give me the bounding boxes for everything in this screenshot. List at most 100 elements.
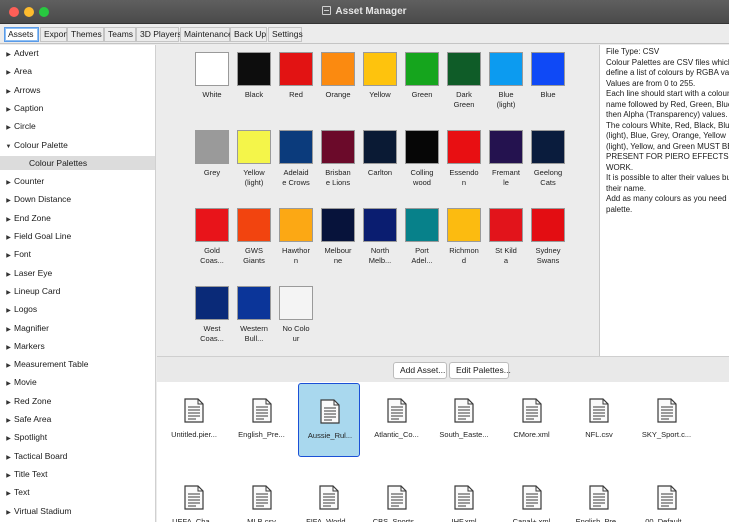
file-item[interactable]: Aussie_Rul... xyxy=(298,383,360,457)
file-item[interactable]: 00_Default... xyxy=(636,470,698,522)
tab-assets[interactable]: Assets xyxy=(4,27,39,42)
sidebar-item-movie[interactable]: ▶ Movie xyxy=(0,375,155,389)
collapsed-triangle-icon[interactable]: ▶ xyxy=(4,286,13,300)
swatch-sydney-swans[interactable] xyxy=(531,208,565,242)
sidebar-item-circle[interactable]: ▶ Circle xyxy=(0,119,155,133)
expanded-triangle-icon[interactable]: ▼ xyxy=(4,140,13,154)
sidebar-item-virtual-stadium[interactable]: ▶ Virtual Stadium xyxy=(0,504,155,518)
swatch-gold-coas[interactable] xyxy=(195,208,229,242)
tab-settings[interactable]: Settings xyxy=(268,27,303,42)
collapsed-triangle-icon[interactable]: ▶ xyxy=(4,487,13,501)
swatch-adelaid-e-crows[interactable] xyxy=(279,130,313,164)
swatch-st-kild-a[interactable] xyxy=(489,208,523,242)
sidebar-item-laser-eye[interactable]: ▶ Laser Eye xyxy=(0,266,155,280)
sidebar-item-markers[interactable]: ▶ Markers xyxy=(0,339,155,353)
collapsed-triangle-icon[interactable]: ▶ xyxy=(4,249,13,263)
sidebar-item-arrows[interactable]: ▶ Arrows xyxy=(0,83,155,97)
sidebar-item-colour-palette[interactable]: ▼ Colour Palette xyxy=(0,138,155,152)
sidebar-item-logos[interactable]: ▶ Logos xyxy=(0,302,155,316)
tab-themes[interactable]: Themes xyxy=(67,27,104,42)
collapsed-triangle-icon[interactable]: ▶ xyxy=(4,359,13,373)
swatch-dark-green[interactable] xyxy=(447,52,481,86)
swatch-colling-wood[interactable] xyxy=(405,130,439,164)
collapsed-triangle-icon[interactable]: ▶ xyxy=(4,469,13,483)
swatch-essendo-n[interactable] xyxy=(447,130,481,164)
sidebar-item-safe-area[interactable]: ▶ Safe Area xyxy=(0,412,155,426)
file-item[interactable]: South_Easte... xyxy=(433,383,495,457)
swatch-north-melb[interactable] xyxy=(363,208,397,242)
file-item[interactable]: MLB.csv xyxy=(231,470,293,522)
tab-teams[interactable]: Teams xyxy=(104,27,136,42)
collapsed-triangle-icon[interactable]: ▶ xyxy=(4,213,13,227)
sidebar-item-font[interactable]: ▶ Font xyxy=(0,247,155,261)
collapsed-triangle-icon[interactable]: ▶ xyxy=(4,341,13,355)
file-item[interactable]: CMore.xml xyxy=(501,383,563,457)
tab-export[interactable]: Export xyxy=(40,27,69,42)
collapsed-triangle-icon[interactable]: ▶ xyxy=(4,451,13,465)
file-item[interactable]: IHF.xml xyxy=(433,470,495,522)
swatch-no-colo-ur[interactable] xyxy=(279,286,313,320)
file-item[interactable]: Untitled.pier... xyxy=(163,383,225,457)
sidebar-item-down-distance[interactable]: ▶ Down Distance xyxy=(0,192,155,206)
sidebar-item-spotlight[interactable]: ▶ Spotlight xyxy=(0,430,155,444)
collapsed-triangle-icon[interactable]: ▶ xyxy=(4,414,13,428)
file-item[interactable]: FIFA_World... xyxy=(298,470,360,522)
collapsed-triangle-icon[interactable]: ▶ xyxy=(4,66,13,80)
add-asset-button[interactable]: Add Asset... xyxy=(393,362,447,379)
collapsed-triangle-icon[interactable]: ▶ xyxy=(4,323,13,337)
file-item[interactable]: NFL.csv xyxy=(568,383,630,457)
swatch-melbour-ne[interactable] xyxy=(321,208,355,242)
sidebar-item-text[interactable]: ▶ Text xyxy=(0,485,155,499)
swatch-blue[interactable] xyxy=(531,52,565,86)
swatch-grey[interactable] xyxy=(195,130,229,164)
swatch-richmon-d[interactable] xyxy=(447,208,481,242)
swatch-green[interactable] xyxy=(405,52,439,86)
swatch-fremant-le[interactable] xyxy=(489,130,523,164)
file-item[interactable]: English_Pre... xyxy=(231,383,293,457)
swatch-hawthor-n[interactable] xyxy=(279,208,313,242)
swatch-yellow[interactable] xyxy=(363,52,397,86)
collapsed-triangle-icon[interactable]: ▶ xyxy=(4,85,13,99)
collapsed-triangle-icon[interactable]: ▶ xyxy=(4,194,13,208)
collapsed-triangle-icon[interactable]: ▶ xyxy=(4,377,13,391)
collapsed-triangle-icon[interactable]: ▶ xyxy=(4,396,13,410)
file-item[interactable]: Atlantic_Co... xyxy=(366,383,428,457)
swatch-white[interactable] xyxy=(195,52,229,86)
swatch-red[interactable] xyxy=(279,52,313,86)
swatch-black[interactable] xyxy=(237,52,271,86)
swatch-geelong-cats[interactable] xyxy=(531,130,565,164)
tab-maintenance[interactable]: Maintenance xyxy=(180,27,233,42)
file-item[interactable]: CBS_Sports... xyxy=(366,470,428,522)
sidebar-item-field-goal-line[interactable]: ▶ Field Goal Line xyxy=(0,229,155,243)
sidebar-item-magnifier[interactable]: ▶ Magnifier xyxy=(0,321,155,335)
swatch-orange[interactable] xyxy=(321,52,355,86)
swatch-carlton[interactable] xyxy=(363,130,397,164)
sidebar-item-measurement-table[interactable]: ▶ Measurement Table xyxy=(0,357,155,371)
swatch-port-adel[interactable] xyxy=(405,208,439,242)
collapsed-triangle-icon[interactable]: ▶ xyxy=(4,506,13,520)
sidebar-item-end-zone[interactable]: ▶ End Zone xyxy=(0,211,155,225)
swatch-blue-light[interactable] xyxy=(489,52,523,86)
swatch-west-coas[interactable] xyxy=(195,286,229,320)
swatch-gws-giants[interactable] xyxy=(237,208,271,242)
file-item[interactable]: UEFA_Cha... xyxy=(163,470,225,522)
sidebar-item-counter[interactable]: ▶ Counter xyxy=(0,174,155,188)
sidebar-item-tactical-board[interactable]: ▶ Tactical Board xyxy=(0,449,155,463)
collapsed-triangle-icon[interactable]: ▶ xyxy=(4,48,13,62)
collapsed-triangle-icon[interactable]: ▶ xyxy=(4,103,13,117)
sidebar-item-caption[interactable]: ▶ Caption xyxy=(0,101,155,115)
collapsed-triangle-icon[interactable]: ▶ xyxy=(4,176,13,190)
swatch-yellow-light[interactable] xyxy=(237,130,271,164)
sidebar-item-title-text[interactable]: ▶ Title Text xyxy=(0,467,155,481)
collapsed-triangle-icon[interactable]: ▶ xyxy=(4,432,13,446)
tab-3d-players[interactable]: 3D Players xyxy=(136,27,182,42)
collapsed-triangle-icon[interactable]: ▶ xyxy=(4,231,13,245)
swatch-brisban-e-lions[interactable] xyxy=(321,130,355,164)
sidebar-item-colour-palettes[interactable]: Colour Palettes xyxy=(0,155,155,170)
collapsed-triangle-icon[interactable]: ▶ xyxy=(4,268,13,282)
sidebar-item-red-zone[interactable]: ▶ Red Zone xyxy=(0,394,155,408)
file-item[interactable]: SKY_Sport.c... xyxy=(636,383,698,457)
collapsed-triangle-icon[interactable]: ▶ xyxy=(4,304,13,318)
sidebar-item-lineup-card[interactable]: ▶ Lineup Card xyxy=(0,284,155,298)
sidebar-item-advert[interactable]: ▶ Advert xyxy=(0,46,155,60)
